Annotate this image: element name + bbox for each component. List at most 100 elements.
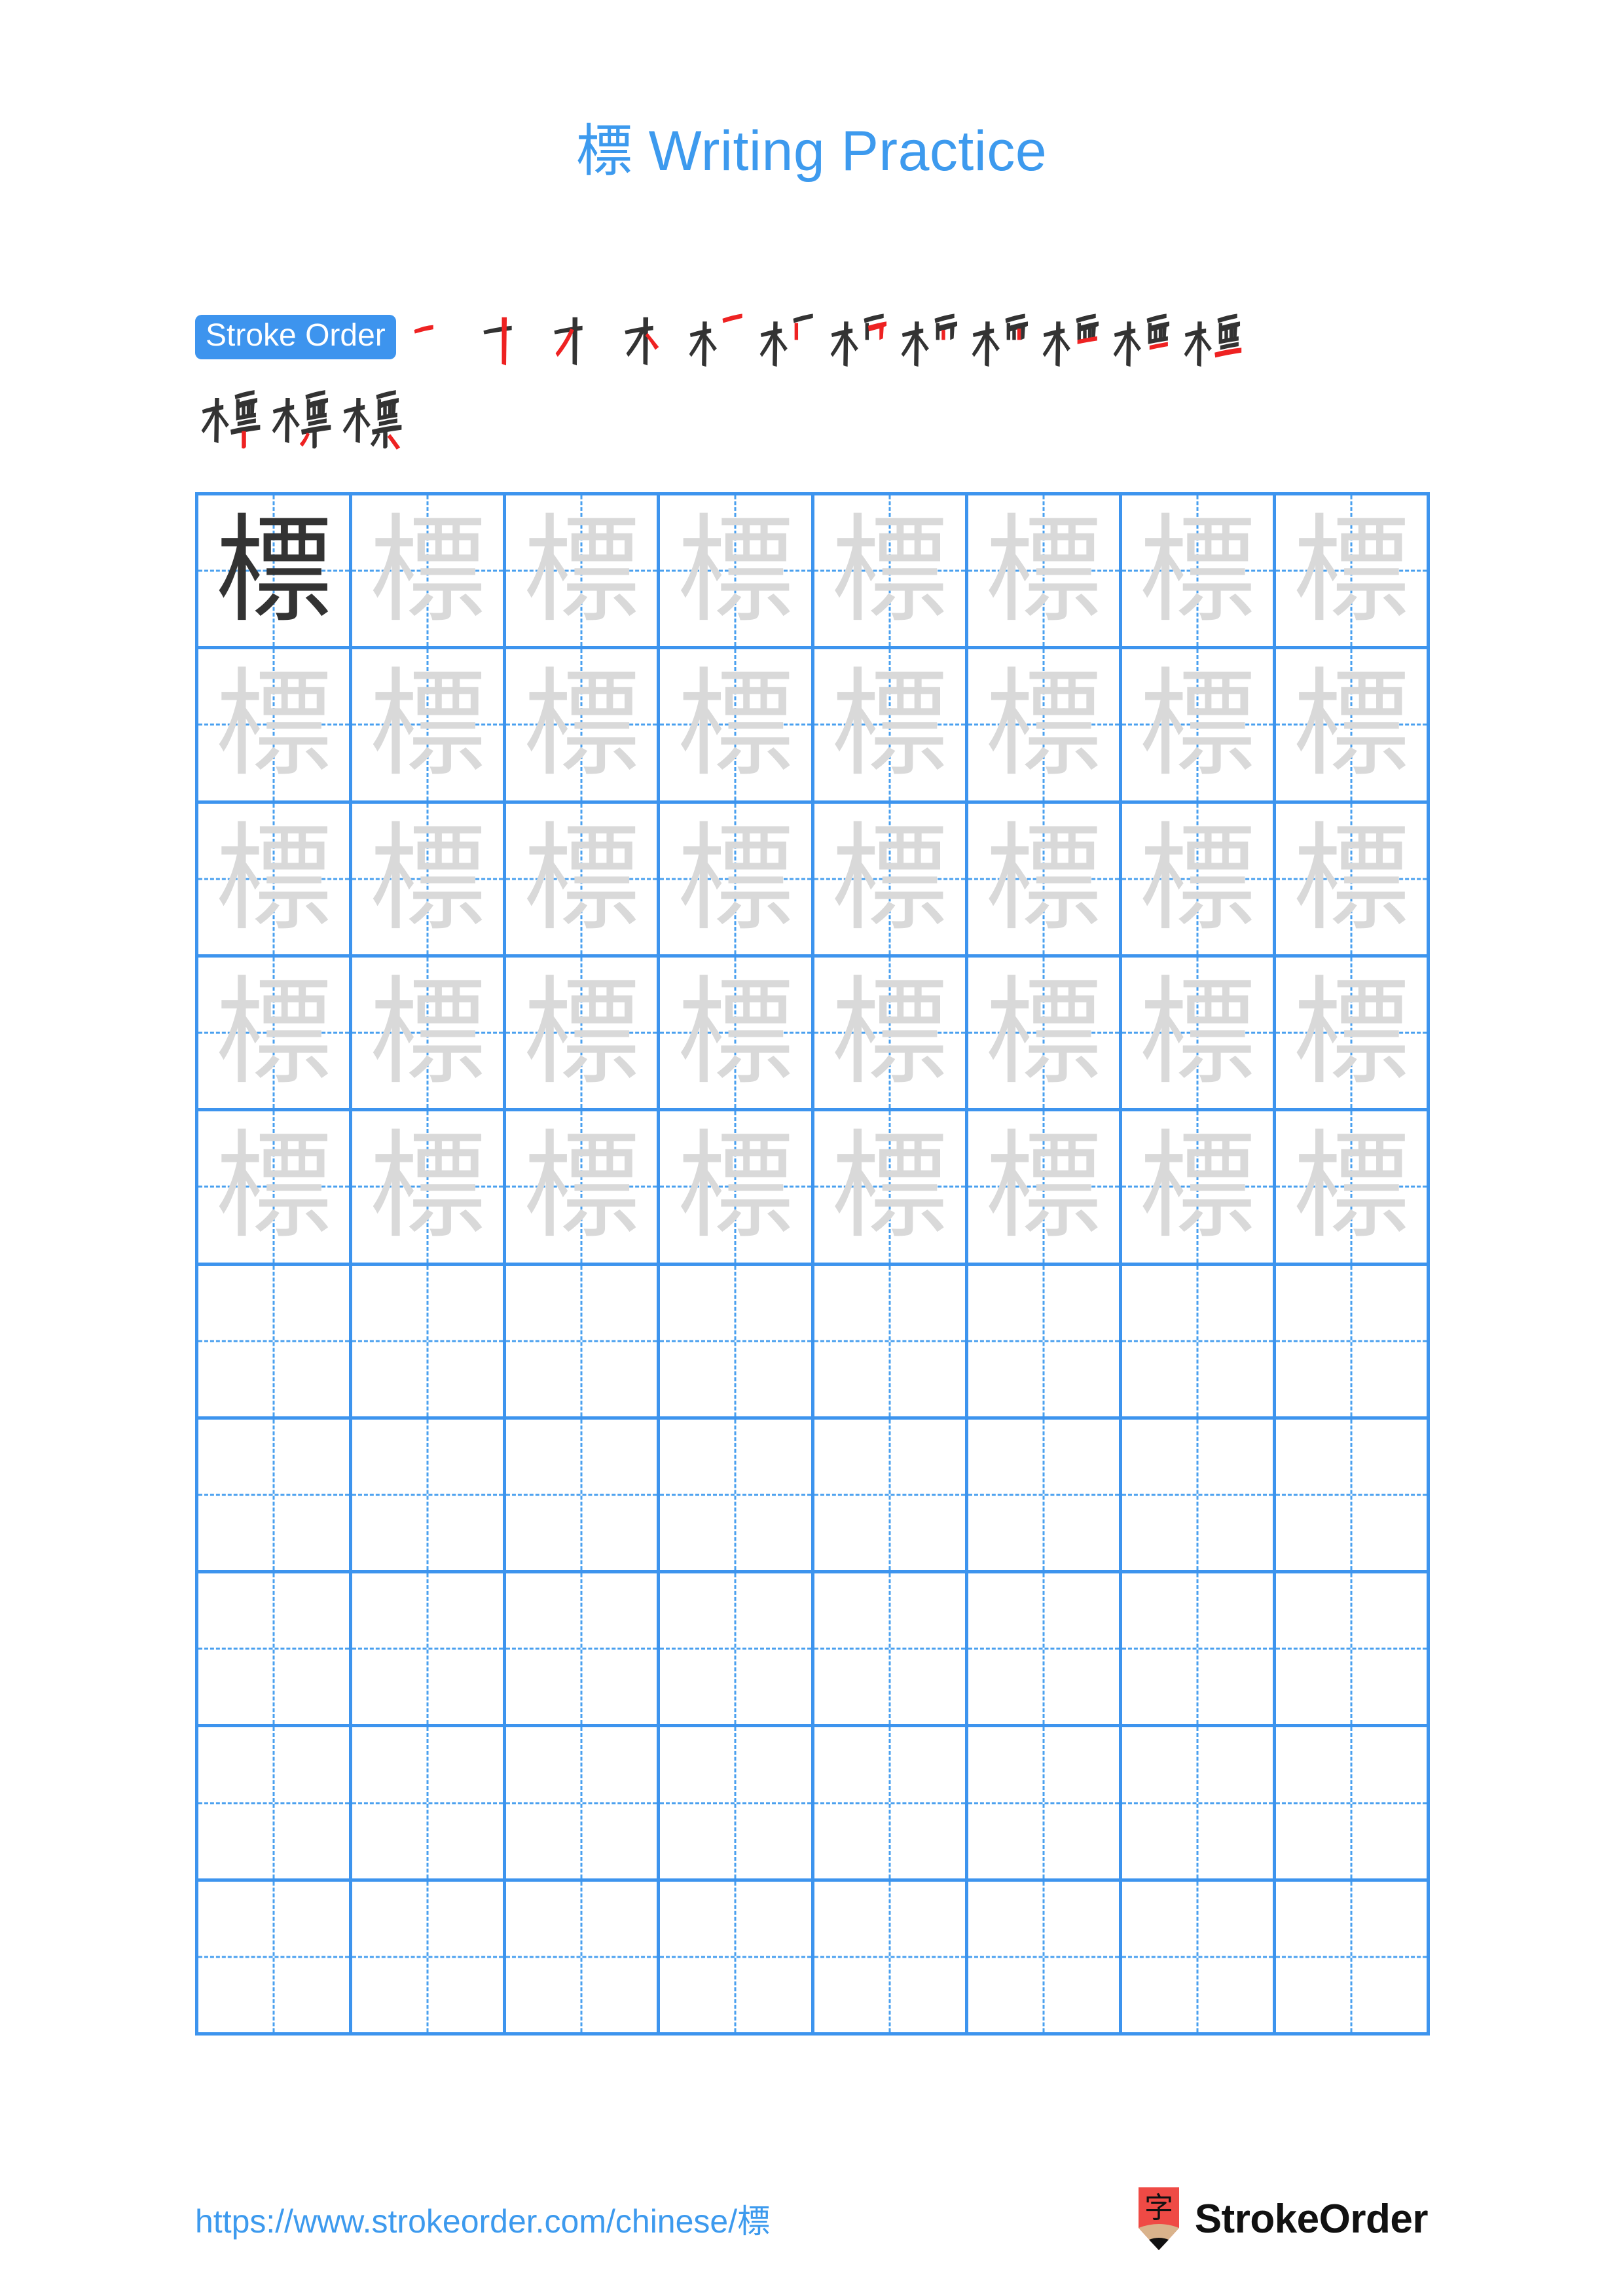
practice-cell[interactable]: 標: [506, 803, 661, 958]
practice-cell[interactable]: 標: [1275, 803, 1430, 958]
practice-cell[interactable]: [198, 1265, 353, 1420]
practice-cell[interactable]: 標: [814, 495, 968, 650]
practice-cell[interactable]: [1275, 1727, 1430, 1882]
practice-cell[interactable]: 標: [968, 803, 1122, 958]
practice-cell[interactable]: [198, 1881, 353, 2036]
practice-cell[interactable]: [660, 1573, 814, 1728]
practice-cell[interactable]: 標: [506, 495, 661, 650]
practice-cell[interactable]: [352, 1265, 507, 1420]
page-title-character: 標: [575, 118, 633, 184]
practice-cell[interactable]: [1122, 1573, 1276, 1728]
practice-cell[interactable]: [198, 1727, 353, 1882]
practice-cell[interactable]: 標: [814, 803, 968, 958]
practice-cell[interactable]: 標: [968, 495, 1122, 650]
practice-cell[interactable]: 標: [352, 957, 507, 1112]
practice-cell[interactable]: 標: [1275, 649, 1430, 804]
practice-cell[interactable]: [198, 1419, 353, 1574]
practice-cell[interactable]: [352, 1727, 507, 1882]
trace-character: 標: [215, 810, 333, 946]
practice-cell[interactable]: 標: [352, 803, 507, 958]
practice-cell[interactable]: 標: [352, 649, 507, 804]
practice-cell[interactable]: [1275, 1881, 1430, 2036]
practice-cell[interactable]: [1122, 1265, 1276, 1420]
practice-cell[interactable]: 標: [1275, 495, 1430, 650]
practice-cell[interactable]: [968, 1573, 1122, 1728]
trace-character: 標: [1292, 1119, 1410, 1255]
stroke-step-7: [824, 301, 895, 373]
stroke-step-14: [266, 380, 337, 452]
practice-cell[interactable]: 標: [1275, 957, 1430, 1112]
practice-cell[interactable]: 標: [968, 957, 1122, 1112]
practice-cell[interactable]: [1275, 1573, 1430, 1728]
practice-grid: 標標標標標標標標標標標標標標標標標標標標標標標標標標標標標標標標標標標標標標標標: [195, 492, 1430, 2036]
practice-cell[interactable]: 標: [198, 957, 353, 1112]
practice-cell[interactable]: [352, 1881, 507, 2036]
trace-character: 標: [523, 810, 640, 946]
practice-cell[interactable]: 標: [198, 649, 353, 804]
practice-cell[interactable]: 標: [506, 1111, 661, 1266]
practice-cell[interactable]: [352, 1419, 507, 1574]
practice-cell[interactable]: [506, 1573, 661, 1728]
practice-cell[interactable]: 標: [1275, 1111, 1430, 1266]
practice-cell[interactable]: 標: [1122, 803, 1276, 958]
practice-cell[interactable]: 標: [506, 649, 661, 804]
practice-cell[interactable]: 標: [660, 803, 814, 958]
stroke-step-1: [400, 301, 471, 373]
practice-cell[interactable]: 標: [814, 649, 968, 804]
practice-cell[interactable]: [660, 1727, 814, 1882]
stroke-step-9: [966, 301, 1036, 373]
practice-cell[interactable]: 標: [968, 1111, 1122, 1266]
trace-character: 標: [985, 1119, 1102, 1255]
practice-cell[interactable]: [506, 1419, 661, 1574]
practice-cell[interactable]: [968, 1881, 1122, 2036]
practice-cell[interactable]: [814, 1727, 968, 1882]
practice-cell[interactable]: [814, 1881, 968, 2036]
practice-cell[interactable]: [814, 1265, 968, 1420]
trace-character: 標: [523, 503, 640, 639]
source-url-link[interactable]: https://www.strokeorder.com/chinese/標: [195, 2195, 770, 2242]
practice-cell[interactable]: 標: [814, 1111, 968, 1266]
trace-character: 標: [831, 1119, 948, 1255]
practice-cell[interactable]: 標: [198, 1111, 353, 1266]
practice-cell[interactable]: 標: [506, 957, 661, 1112]
practice-cell[interactable]: [660, 1881, 814, 2036]
practice-cell[interactable]: 標: [352, 1111, 507, 1266]
practice-cell[interactable]: 標: [660, 1111, 814, 1266]
practice-cell[interactable]: [1122, 1881, 1276, 2036]
trace-character: 標: [677, 503, 794, 639]
practice-cell[interactable]: 標: [968, 649, 1122, 804]
practice-cell[interactable]: [1122, 1419, 1276, 1574]
practice-cell[interactable]: [352, 1573, 507, 1728]
practice-cell[interactable]: 標: [1122, 649, 1276, 804]
practice-cell[interactable]: [660, 1265, 814, 1420]
trace-character: 標: [831, 656, 948, 793]
practice-cell[interactable]: 標: [660, 495, 814, 650]
stroke-step-12: [1178, 301, 1249, 373]
practice-cell[interactable]: [506, 1265, 661, 1420]
practice-cell[interactable]: 標: [1122, 957, 1276, 1112]
practice-cell[interactable]: [968, 1727, 1122, 1882]
practice-cell[interactable]: [1122, 1727, 1276, 1882]
practice-cell[interactable]: 標: [198, 495, 353, 650]
trace-character: 標: [1292, 656, 1410, 793]
practice-cell[interactable]: [814, 1419, 968, 1574]
practice-cell[interactable]: [1275, 1265, 1430, 1420]
practice-cell[interactable]: 標: [814, 957, 968, 1112]
trace-character: 標: [369, 656, 486, 793]
practice-cell[interactable]: [506, 1881, 661, 2036]
practice-cell[interactable]: [660, 1419, 814, 1574]
practice-cell[interactable]: 標: [660, 957, 814, 1112]
practice-cell[interactable]: [968, 1419, 1122, 1574]
practice-cell[interactable]: [814, 1573, 968, 1728]
practice-cell[interactable]: 標: [660, 649, 814, 804]
trace-character: 標: [523, 965, 640, 1101]
practice-cell[interactable]: [506, 1727, 661, 1882]
practice-cell[interactable]: 標: [198, 803, 353, 958]
practice-cell[interactable]: [198, 1573, 353, 1728]
practice-cell[interactable]: 標: [1122, 1111, 1276, 1266]
practice-cell[interactable]: [1275, 1419, 1430, 1574]
trace-character: 標: [369, 1119, 486, 1255]
practice-cell[interactable]: [968, 1265, 1122, 1420]
practice-cell[interactable]: 標: [352, 495, 507, 650]
practice-cell[interactable]: 標: [1122, 495, 1276, 650]
